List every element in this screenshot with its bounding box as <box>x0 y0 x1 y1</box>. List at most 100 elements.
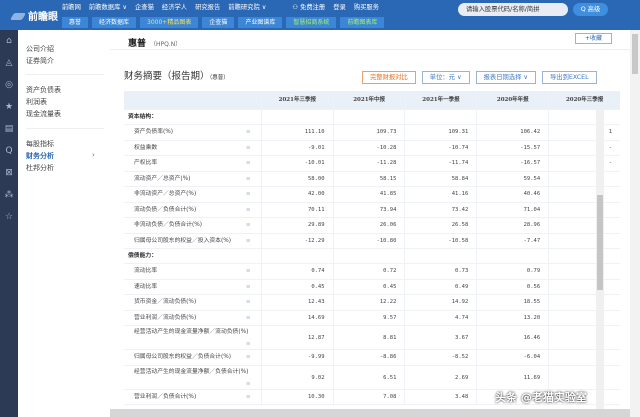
star-icon[interactable]: ★ <box>0 96 18 118</box>
row-chart-icon[interactable]: ≡ <box>246 338 251 350</box>
window-scrollbar[interactable] <box>630 30 640 417</box>
table-row: 货币资金／流动负债(%) ≡ 12.43 12.22 14.92 18.55 <box>124 295 620 311</box>
row-label-text: 归属母公司股东的权益／投入资本(%) <box>134 237 231 244</box>
row-value: 28.96 <box>476 218 548 233</box>
row-value <box>548 279 620 294</box>
row-value: 73.42 <box>404 202 476 217</box>
divider <box>26 74 104 75</box>
favorite-button[interactable]: +收藏 <box>575 33 612 44</box>
row-chart-icon[interactable]: ≡ <box>246 350 251 366</box>
row-value: 26.06 <box>332 218 405 233</box>
row-chart-icon[interactable]: ≡ <box>246 311 251 327</box>
row-value <box>548 202 620 217</box>
row-value: 58.84 <box>404 171 476 186</box>
row-chart-icon[interactable]: ≡ <box>246 141 251 157</box>
nav-item[interactable]: 企查猫 <box>135 2 154 11</box>
scroll-thumb[interactable] <box>632 34 638 74</box>
row-value <box>548 310 620 325</box>
row-value: 3.48 <box>404 389 476 404</box>
table-scrollbar[interactable] <box>596 110 604 410</box>
row-chart-icon[interactable]: ≡ <box>246 187 251 203</box>
sidebar-item[interactable]: 利润表 <box>26 97 47 107</box>
register-link[interactable]: ⚇ 免费注册 <box>292 2 325 11</box>
sidebar-item[interactable]: 资产负债表 <box>26 85 61 95</box>
nav-item[interactable]: 前瞻研究院 ∨ <box>228 2 266 11</box>
chart-icon[interactable]: ⊠ <box>0 162 18 184</box>
row-chart-icon[interactable]: ≡ <box>246 125 251 141</box>
subnav-item[interactable]: 惠誉 <box>62 17 89 28</box>
table-row: 非流动资产／总资产(%) ≡ 42.00 41.85 41.16 40.46 <box>124 187 620 203</box>
watermark: 头条 @老猫实验室 <box>495 391 587 404</box>
table-row: 资产负债率(%) ≡ 111.10 109.73 109.31 106.42 1 <box>124 125 620 141</box>
row-chart-icon[interactable]: ≡ <box>246 378 251 390</box>
logo-icon <box>9 13 27 20</box>
row-chart-icon[interactable]: ≡ <box>246 264 251 280</box>
compass-icon[interactable]: ◬ <box>0 52 18 74</box>
nav-item[interactable]: 研究报告 <box>195 2 220 11</box>
row-chart-icon[interactable]: ≡ <box>246 280 251 296</box>
sidebar-item[interactable]: 现金流量表 <box>26 109 61 119</box>
row-value: -10.01 <box>260 156 333 171</box>
column-header: 2021年中报 <box>332 91 405 109</box>
sidebar-item[interactable]: 每股指标 <box>26 139 54 149</box>
table-row: 资本结构： <box>124 110 620 125</box>
row-value: -8.86 <box>332 350 405 365</box>
subnav-item[interactable]: 企查猫 <box>202 17 235 28</box>
compare-button[interactable]: 完整财报对比 <box>362 71 416 84</box>
table-row: 经营活动产生的现金流量净额／流动负债(%) ≡ 12.87 8.81 3.67 16.46 <box>124 326 620 350</box>
row-value: 111.10 <box>260 125 333 140</box>
home-icon[interactable]: ⌂ <box>0 30 18 52</box>
table-row: 偿债能力： <box>124 249 620 264</box>
row-value <box>548 295 620 310</box>
row-chart-icon[interactable]: ≡ <box>246 390 251 406</box>
row-chart-icon[interactable]: ≡ <box>246 156 251 172</box>
financial-table: 2021年三季报 2021年中报 2021年一季报 2020年年报 2020年三季报 资本… <box>124 91 620 417</box>
nav-item[interactable]: 前瞻数据库 ∨ <box>89 2 127 11</box>
horizontal-scrollbar[interactable] <box>110 409 630 417</box>
export-button[interactable]: 导出到EXCEL <box>542 71 597 84</box>
network-icon[interactable]: ⁂ <box>0 184 18 206</box>
subnav-item[interactable]: 智慧招商系统 <box>286 17 337 28</box>
row-label: 归属母公司股东的权益／投入资本(%) ≡ <box>124 234 261 249</box>
sidebar-item[interactable]: 证券简介 <box>26 56 54 66</box>
nav-item[interactable]: 经济学人 <box>162 2 187 11</box>
row-chart-icon[interactable]: ≡ <box>246 172 251 188</box>
row-value: -11.28 <box>332 156 405 171</box>
card-icon[interactable]: ▤ <box>0 118 18 140</box>
subnav-item[interactable]: 经济数据库 <box>92 17 137 28</box>
row-value: 0.45 <box>332 279 405 294</box>
subnav-item[interactable]: 前瞻图表库 <box>340 17 385 28</box>
sidebar-item[interactable]: 杜邦分析 <box>26 163 54 173</box>
table-row: 经营活动产生的现金流量净额／负债合计(%) ≡ 9.02 6.51 2.69 11.69 <box>124 365 620 390</box>
row-value: 13.20 <box>476 310 548 325</box>
subnav-item[interactable]: 产业图谱库 <box>238 17 283 28</box>
search-icon[interactable]: Q <box>0 140 18 162</box>
row-label-text: 货币资金／流动负债(%) <box>134 299 197 305</box>
logo[interactable]: 前瞻眼 <box>9 8 58 23</box>
row-value: 40.46 <box>476 187 548 202</box>
circle-icon[interactable]: ◎ <box>0 74 18 96</box>
search-input[interactable]: 请输入股票代码/名称/简拼 <box>458 3 568 16</box>
row-value: 29.89 <box>260 218 333 233</box>
sidebar-item[interactable]: 公司介绍 <box>26 44 54 54</box>
login-link[interactable]: 登录 <box>333 2 346 11</box>
row-value: -11.74 <box>404 156 476 171</box>
sidebar-item-active[interactable]: 财务分析 <box>26 151 54 161</box>
date-select[interactable]: 报表日期选择 ∨ <box>475 71 536 84</box>
row-chart-icon[interactable]: ≡ <box>246 295 251 311</box>
badge-icon[interactable]: ☆ <box>0 206 18 228</box>
column-header: 2021年三季报 <box>260 91 333 109</box>
scroll-thumb[interactable] <box>597 195 603 290</box>
row-value: 11.69 <box>476 365 548 389</box>
row-label-text: 资本结构： <box>128 114 157 120</box>
nav-item[interactable]: 前瞻网 <box>62 2 81 11</box>
row-chart-icon[interactable]: ≡ <box>246 218 251 234</box>
row-value: 7.08 <box>332 389 405 404</box>
row-chart-icon[interactable]: ≡ <box>246 234 251 250</box>
buy-link[interactable]: 购买服务 <box>354 2 379 11</box>
subnav-item[interactable]: 3000+精品图表 <box>140 17 199 28</box>
row-chart-icon[interactable]: ≡ <box>246 203 251 219</box>
unit-select[interactable]: 单位：元 ∨ <box>421 71 470 84</box>
search-button[interactable]: Q 高级 <box>573 3 608 16</box>
row-label: 经营活动产生的现金流量净额／流动负债(%) ≡ <box>124 326 261 349</box>
